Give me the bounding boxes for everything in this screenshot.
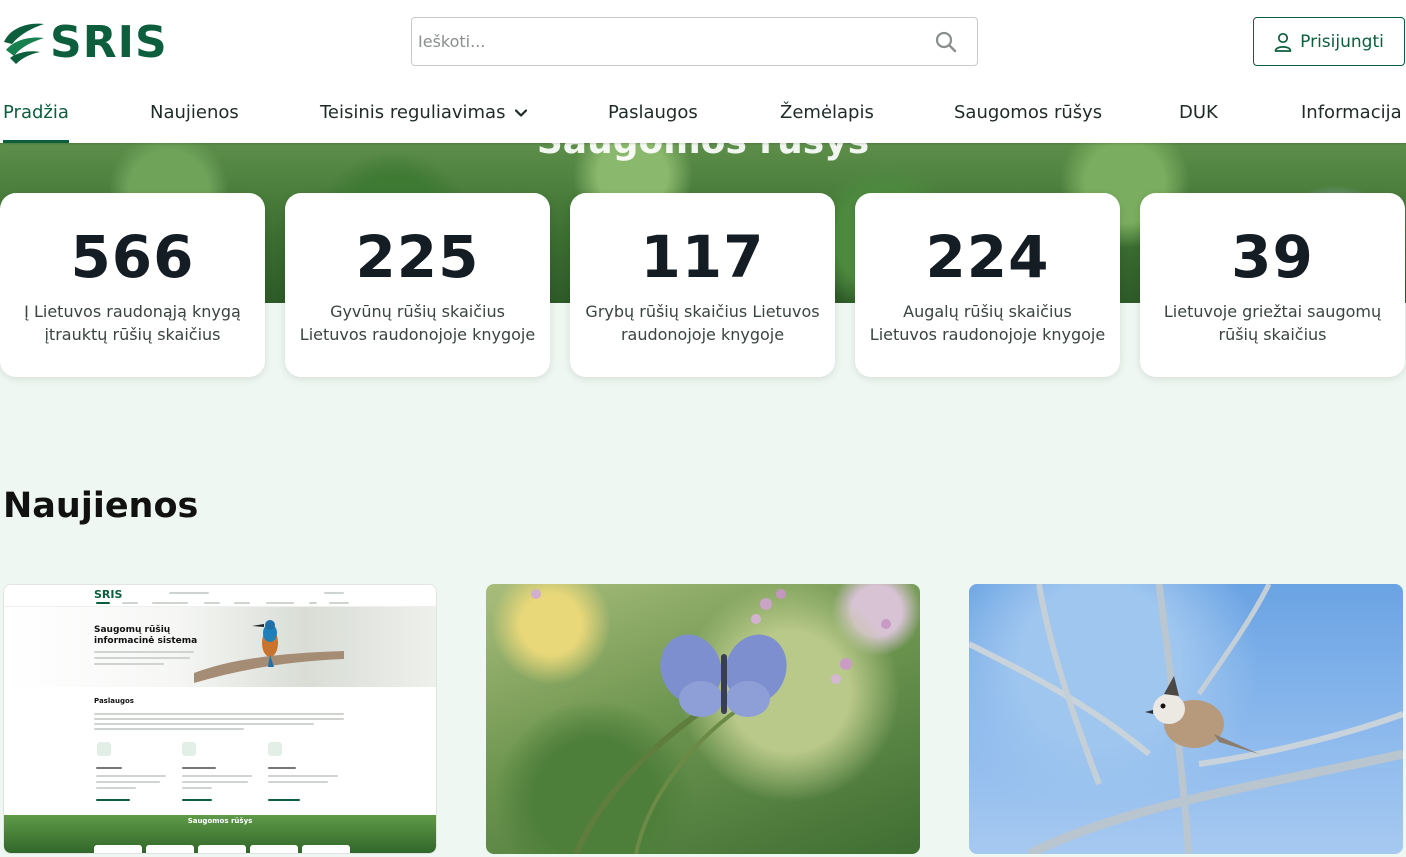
bird-image <box>969 584 1403 854</box>
preview-footer: Saugomos rūšys <box>4 815 436 853</box>
news-card-bird[interactable] <box>969 584 1403 854</box>
preview-footer-title: Saugomos rūšys <box>187 817 253 825</box>
chevron-down-icon <box>515 109 528 117</box>
hero-title: Saugomos rūšys <box>0 143 1406 162</box>
stat-value: 566 <box>70 223 195 291</box>
stat-card: 117 Grybų rūšių skaičius Lietuvos raudon… <box>570 193 835 377</box>
preview-logo: SRIS <box>94 588 123 601</box>
nav-item-informacija[interactable]: Informacija <box>1301 90 1402 143</box>
stat-label: Lietuvoje griežtai saugomų rūšių skaičiu… <box>1163 302 1382 344</box>
stat-value: 39 <box>1231 223 1314 291</box>
stat-card: 39 Lietuvoje griežtai saugomų rūšių skai… <box>1140 193 1405 377</box>
nav-item-duk[interactable]: DUK <box>1179 90 1218 143</box>
logo-text: SRIS <box>50 16 168 68</box>
stat-value: 225 <box>355 223 480 291</box>
nav-item-naujienos[interactable]: Naujienos <box>150 90 239 143</box>
main-nav: Pradžia Naujienos Teisinis reguliavimas … <box>0 90 1406 143</box>
stat-card: 224 Augalų rūšių skaičius Lietuvos raudo… <box>855 193 1120 377</box>
stat-value: 117 <box>640 223 765 291</box>
search-icon[interactable] <box>935 31 957 53</box>
news-card-website-preview[interactable]: SRIS Saugomų rūšių informacinė sistema P… <box>3 584 437 854</box>
kingfisher-image <box>194 620 344 683</box>
butterfly-image <box>531 589 891 854</box>
nav-item-label: Teisinis reguliavimas <box>320 102 506 123</box>
user-icon <box>1274 32 1292 52</box>
preview-section-title: Paslaugos <box>94 697 134 705</box>
search-input[interactable] <box>412 18 977 65</box>
stat-label: Gyvūnų rūšių skaičius Lietuvos raudonojo… <box>299 302 536 344</box>
nav-item-teisinis-reguliavimas[interactable]: Teisinis reguliavimas <box>320 90 528 143</box>
site-header: SRIS Prisijungti Pradžia Naujienos Teisi… <box>0 0 1406 143</box>
stat-label: Augalų rūšių skaičius Lietuvos raudonojo… <box>869 302 1106 344</box>
preview-services: Paslaugos <box>4 687 436 815</box>
stat-card: 225 Gyvūnų rūšių skaičius Lietuvos raudo… <box>285 193 550 377</box>
stat-label: Į Lietuvos raudonąją knygą įtrauktų rūši… <box>24 302 241 344</box>
site-logo[interactable]: SRIS <box>2 14 168 70</box>
nav-item-paslaugos[interactable]: Paslaugos <box>608 90 698 143</box>
leaf-logo-icon <box>4 23 44 64</box>
preview-hero: Saugomų rūšių informacinė sistema <box>4 607 436 687</box>
news-heading: Naujienos <box>3 486 199 526</box>
login-label: Prisijungti <box>1300 31 1384 52</box>
login-button[interactable]: Prisijungti <box>1253 17 1405 66</box>
preview-header: SRIS <box>4 585 436 607</box>
news-card-butterfly[interactable] <box>486 584 920 854</box>
nav-item-pradzia[interactable]: Pradžia <box>3 90 69 143</box>
search-box <box>411 17 978 66</box>
stat-card: 566 Į Lietuvos raudonąją knygą įtrauktų … <box>0 193 265 377</box>
nav-item-zemelapis[interactable]: Žemėlapis <box>780 90 874 143</box>
nav-item-saugomos-rusys[interactable]: Saugomos rūšys <box>954 90 1102 143</box>
stat-label: Grybų rūšių skaičius Lietuvos raudonojoj… <box>585 302 820 344</box>
preview-hero-title: Saugomų rūšių informacinė sistema <box>94 625 198 646</box>
stat-value: 224 <box>925 223 1050 291</box>
